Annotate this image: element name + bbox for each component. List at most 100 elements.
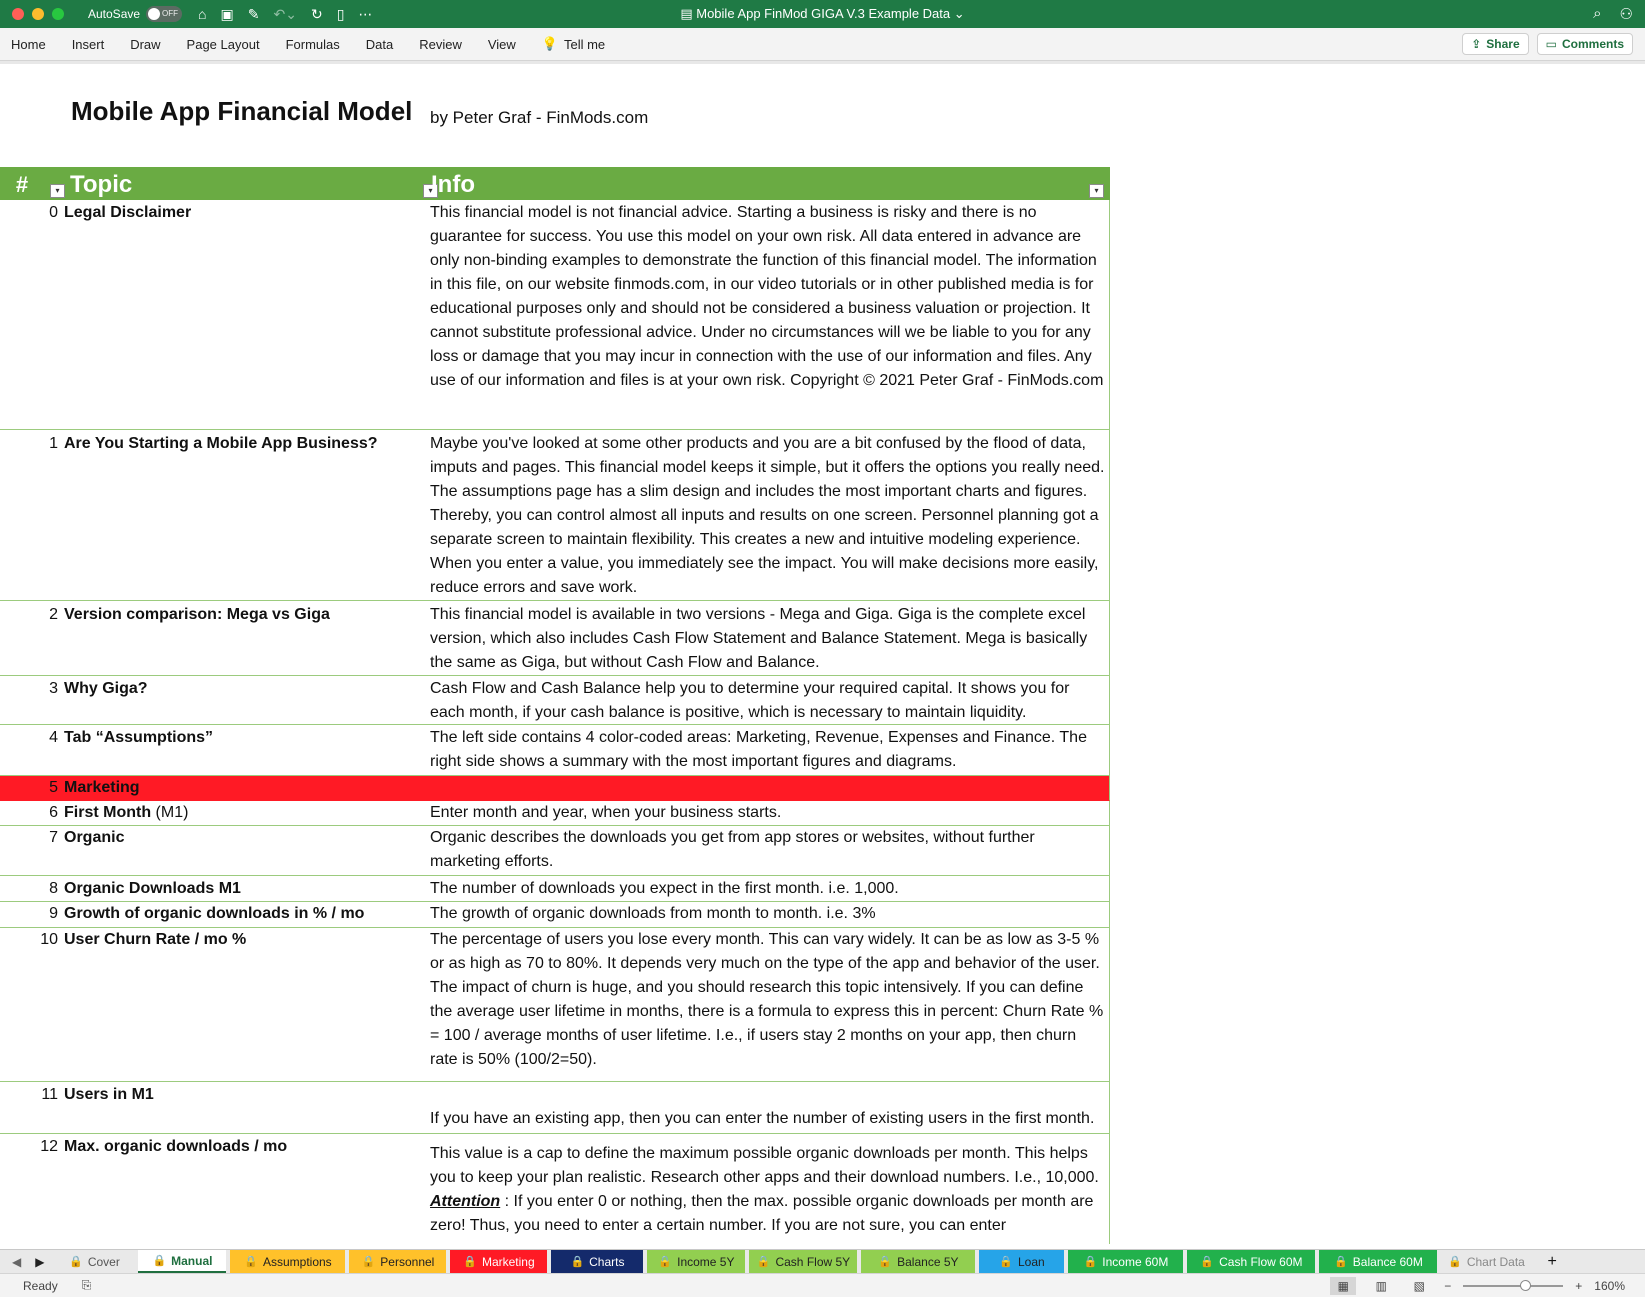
minimize-window-button[interactable]: [32, 8, 44, 20]
tab-data[interactable]: Data: [353, 37, 406, 52]
sheet-tab-balance-5y[interactable]: 🔒 Balance 5Y: [861, 1250, 976, 1273]
lock-icon: 🔒: [999, 1256, 1013, 1268]
lock-icon: 🔒: [69, 1256, 83, 1268]
lock-icon: 🔒: [463, 1256, 477, 1268]
share-button[interactable]: ⇪ Share: [1462, 33, 1529, 55]
table-header: # ▾ Topic ▾ Info ▾: [0, 167, 1110, 200]
autosave-control[interactable]: AutoSave OFF: [88, 6, 183, 22]
next-sheet-icon[interactable]: ▶: [35, 1255, 44, 1269]
sheet-tab-income-60m[interactable]: 🔒 Income 60M: [1068, 1250, 1184, 1273]
sheet-tab-charts[interactable]: 🔒 Charts: [551, 1250, 644, 1273]
macro-record-icon[interactable]: ⎘: [82, 1278, 92, 1293]
comment-icon: ▭: [1545, 37, 1557, 51]
sheet-tab-label: Marketing: [481, 1254, 535, 1269]
page-subtitle: by Peter Graf - FinMods.com: [430, 108, 649, 127]
status-ready: Ready: [23, 1278, 58, 1293]
status-bar: Ready ⎘ ▦ ▥ ▧ − + 160%: [0, 1273, 1645, 1297]
zoom-window-button[interactable]: [52, 8, 64, 20]
save-icon[interactable]: ▣: [221, 6, 234, 23]
undo-icon[interactable]: ↶⌄: [273, 6, 296, 23]
tab-draw[interactable]: Draw: [117, 37, 173, 52]
tab-formulas[interactable]: Formulas: [273, 37, 353, 52]
sheet-tab-income-5y[interactable]: 🔒 Income 5Y: [647, 1250, 746, 1273]
filter-info-button[interactable]: ▾: [1089, 184, 1104, 198]
sheet-tab-personnel[interactable]: 🔒 Personnel: [349, 1250, 447, 1273]
table-row[interactable]: 1 Are You Starting a Mobile App Business…: [0, 430, 1110, 601]
search-icon[interactable]: ⌕: [1593, 5, 1601, 23]
save-as-icon[interactable]: ✎: [248, 6, 260, 23]
sheet-tab-label: Cash Flow 60M: [1219, 1254, 1303, 1269]
normal-view-button[interactable]: ▦: [1330, 1276, 1357, 1295]
table-row[interactable]: 3 Why Giga? Cash Flow and Cash Balance h…: [0, 676, 1110, 725]
sheet-tab-label: Cover: [87, 1254, 120, 1269]
sheet-tab-cover[interactable]: 🔒 Cover: [54, 1250, 135, 1273]
redo-icon[interactable]: ↻: [311, 6, 323, 23]
zoom-out-button[interactable]: −: [1444, 1279, 1451, 1293]
lock-icon: 🔒: [658, 1256, 673, 1268]
zoom-slider[interactable]: [1463, 1279, 1564, 1291]
sheet-tab-label: Charts: [589, 1254, 625, 1269]
new-document-icon[interactable]: ▯: [337, 6, 345, 23]
zoom-level[interactable]: 160%: [1594, 1279, 1625, 1293]
lock-icon: 🔒: [756, 1256, 771, 1268]
tell-me-search[interactable]: 💡 Tell me: [529, 36, 618, 52]
window-controls: [12, 8, 64, 20]
tab-home[interactable]: Home: [0, 37, 59, 52]
table-row[interactable]: 8 Organic Downloads M1 The number of dow…: [0, 876, 1110, 902]
tab-page-layout[interactable]: Page Layout: [174, 37, 273, 52]
worksheet[interactable]: Mobile App Financial Model by Peter Graf…: [0, 64, 1645, 1249]
sheet-tab-cash-flow-60m[interactable]: 🔒 Cash Flow 60M: [1187, 1250, 1316, 1273]
sheet-tab-label: Loan: [1017, 1254, 1045, 1269]
status-right: ▦ ▥ ▧ − + 160%: [1330, 1276, 1625, 1295]
autosave-label: AutoSave: [88, 7, 141, 21]
sheet-tab-manual[interactable]: 🔒 Manual: [138, 1250, 227, 1273]
more-icon[interactable]: ⋯: [358, 6, 372, 23]
add-sheet-button[interactable]: +: [1535, 1250, 1568, 1273]
tab-review[interactable]: Review: [406, 37, 475, 52]
zoom-in-button[interactable]: +: [1575, 1279, 1582, 1293]
sheet-tab-label: Balance 5Y: [897, 1254, 959, 1269]
chevron-down-icon[interactable]: ⌄: [950, 6, 965, 21]
page-break-view-button[interactable]: ▧: [1406, 1277, 1432, 1295]
table-row[interactable]: 0 Legal Disclaimer This financial model …: [0, 200, 1110, 430]
lock-icon: 🔒: [152, 1255, 167, 1267]
table-row[interactable]: 6 First Month (M1) Enter month and year,…: [0, 801, 1110, 826]
sheet-tab-assumptions[interactable]: 🔒 Assumptions: [230, 1250, 346, 1273]
tab-insert[interactable]: Insert: [59, 37, 118, 52]
sheet-tab-label: Personnel: [380, 1254, 435, 1269]
close-window-button[interactable]: [12, 8, 24, 20]
lock-icon: 🔒: [1200, 1256, 1215, 1268]
header-info: Info ▾: [430, 171, 1110, 200]
sheet-tab-label: Cash Flow 5Y: [775, 1254, 851, 1269]
tab-view[interactable]: View: [475, 37, 529, 52]
table-row[interactable]: 4 Tab “Assumptions” The left side contai…: [0, 725, 1110, 776]
autosave-toggle[interactable]: OFF: [146, 6, 183, 22]
sheet-tab-label: Assumptions: [262, 1254, 332, 1269]
ribbon-tabs: Home Insert Draw Page Layout Formulas Da…: [0, 28, 1645, 61]
sheet-tab-loan[interactable]: 🔒 Loan: [979, 1250, 1065, 1273]
table-row[interactable]: 12 Max. organic downloads / mo This valu…: [0, 1134, 1110, 1244]
account-icon[interactable]: ⚇: [1620, 5, 1633, 23]
sort-filter-num-button[interactable]: ▾: [50, 184, 65, 198]
section-row-marketing[interactable]: 5 Marketing: [0, 776, 1110, 801]
sheet-tab-chart-data[interactable]: 🔒 Chart Data: [1441, 1250, 1532, 1273]
page-layout-view-button[interactable]: ▥: [1368, 1277, 1394, 1295]
status-left: Ready ⎘: [0, 1278, 91, 1293]
sheet-tab-balance-60m[interactable]: 🔒 Balance 60M: [1319, 1250, 1438, 1273]
lock-icon: 🔒: [1334, 1256, 1348, 1268]
sheet-tabs: 🔒 Cover 🔒 Manual 🔒 Assumptions 🔒 Personnel 🔒 Mark…: [54, 1250, 1535, 1273]
table-row[interactable]: 11 Users in M1 If you have an existing a…: [0, 1082, 1110, 1134]
sheet-nav: ◀ ▶: [0, 1250, 54, 1273]
prev-sheet-icon[interactable]: ◀: [12, 1255, 21, 1269]
table-row[interactable]: 10 User Churn Rate / mo % The percentage…: [0, 928, 1110, 1082]
home-icon[interactable]: ⌂: [198, 6, 206, 23]
sheet-tab-cash-flow-5y[interactable]: 🔒 Cash Flow 5Y: [749, 1250, 858, 1273]
lock-icon: 🔒: [1083, 1256, 1098, 1268]
table-row[interactable]: 2 Version comparison: Mega vs Giga This …: [0, 601, 1110, 676]
table-row[interactable]: 7 Organic Organic describes the download…: [0, 826, 1110, 876]
sheet-tab-marketing[interactable]: 🔒 Marketing: [450, 1250, 548, 1273]
manual-table: # ▾ Topic ▾ Info ▾ 0 Legal Disclaimer Th…: [0, 167, 1110, 1244]
table-row[interactable]: 9 Growth of organic downloads in % / mo …: [0, 902, 1110, 928]
comments-button[interactable]: ▭ Comments: [1536, 33, 1633, 55]
zoom-slider-knob[interactable]: [1520, 1279, 1532, 1291]
